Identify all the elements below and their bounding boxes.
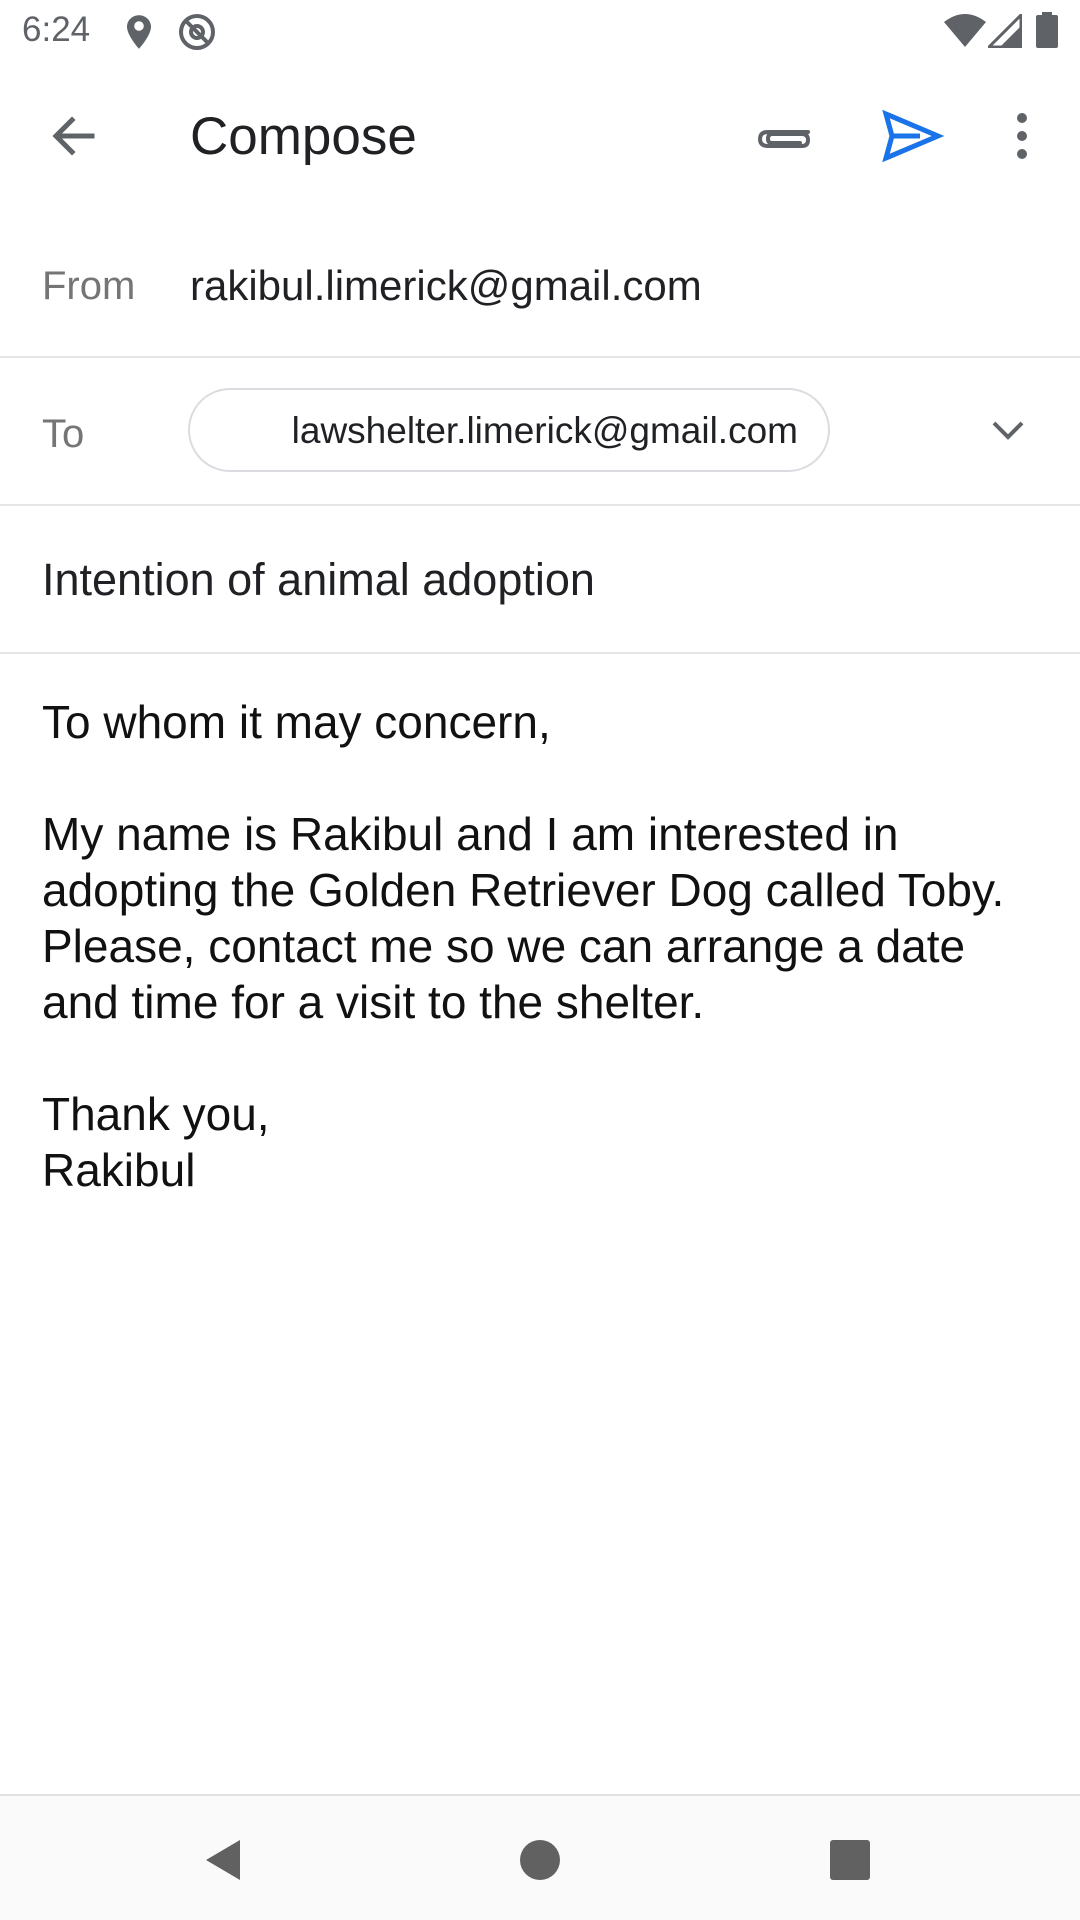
- from-row[interactable]: From rakibul.limerick@gmail.com: [0, 210, 1080, 358]
- back-nav-icon[interactable]: [200, 1836, 248, 1884]
- body-field[interactable]: To whom it may concern, My name is Rakib…: [42, 694, 1052, 1198]
- recipient-chip[interactable]: lawshelter.limerick@gmail.com: [188, 388, 830, 472]
- page-title: Compose: [190, 107, 417, 166]
- attach-icon[interactable]: [752, 106, 816, 166]
- back-arrow-icon[interactable]: [44, 106, 104, 166]
- location-icon: [127, 15, 151, 49]
- from-address[interactable]: rakibul.limerick@gmail.com: [190, 262, 702, 310]
- recipient-address: lawshelter.limerick@gmail.com: [291, 410, 798, 451]
- status-bar: 6:24: [0, 0, 1080, 64]
- home-nav-icon[interactable]: [516, 1836, 564, 1884]
- compose-screen: 6:24 Compose From rakibul.limerick@gmail…: [0, 0, 1080, 1920]
- from-label: From: [42, 264, 136, 308]
- recents-nav-icon[interactable]: [826, 1836, 874, 1884]
- battery-icon: [1036, 12, 1058, 48]
- send-icon[interactable]: [880, 106, 944, 166]
- chevron-down-icon[interactable]: [984, 406, 1032, 454]
- at-icon: [179, 14, 215, 50]
- app-bar: Compose: [0, 64, 1080, 210]
- signal-icon: [988, 14, 1022, 48]
- subject-row: [0, 506, 1080, 654]
- more-vert-icon[interactable]: [1000, 106, 1044, 166]
- to-row[interactable]: To lawshelter.limerick@gmail.com: [0, 358, 1080, 506]
- wifi-icon: [944, 14, 986, 47]
- subject-field[interactable]: [42, 554, 1042, 606]
- to-label: To: [42, 412, 85, 456]
- status-time: 6:24: [22, 10, 91, 49]
- system-nav-bar: [0, 1794, 1080, 1920]
